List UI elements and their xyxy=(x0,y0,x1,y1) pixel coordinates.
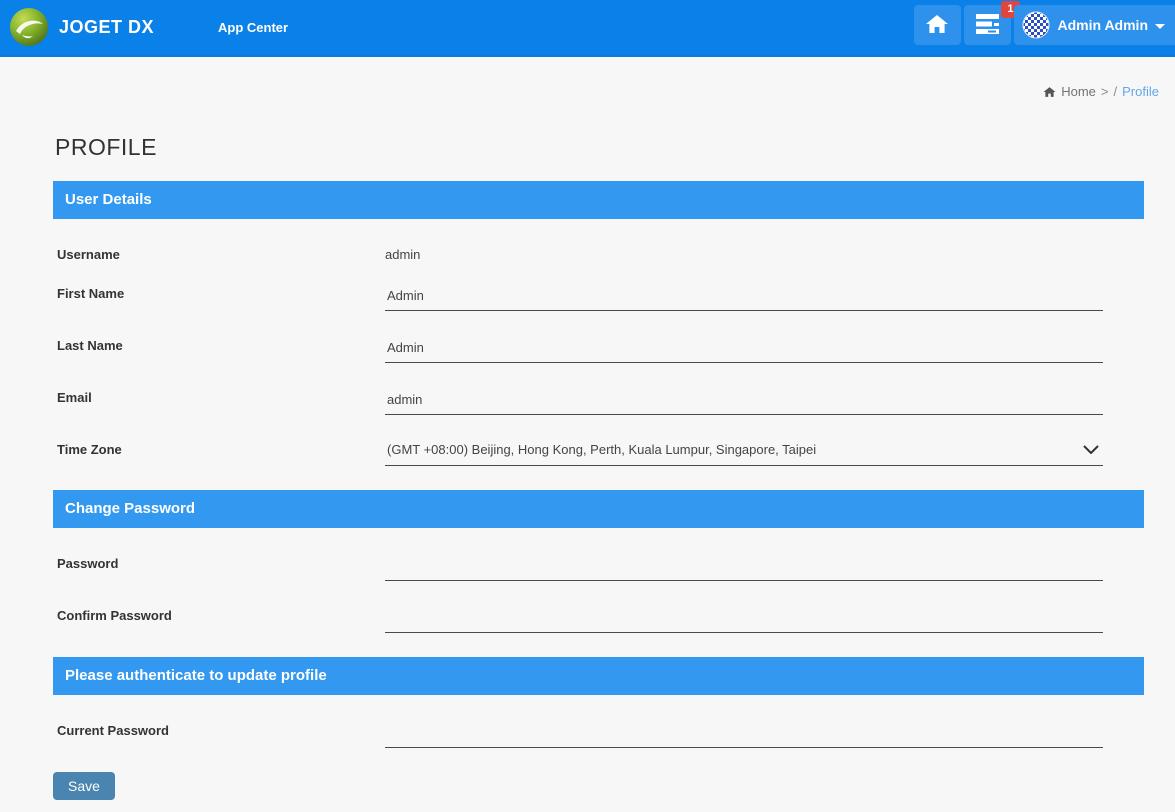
section-header-user-details: User Details xyxy=(53,181,1144,219)
joget-logo xyxy=(9,7,49,47)
chevron-down-icon xyxy=(1083,445,1099,454)
username-value: admin xyxy=(385,244,420,262)
user-name-label: Admin Admin xyxy=(1058,17,1148,33)
password-input[interactable] xyxy=(385,553,1103,581)
last-name-input[interactable] xyxy=(385,335,1103,363)
first-name-input[interactable] xyxy=(385,283,1103,311)
form-row-timezone: Time Zone (GMT +08:00) Beijing, Hong Kon… xyxy=(57,439,1144,466)
list-badge-icon xyxy=(975,13,1000,38)
home-button[interactable] xyxy=(914,5,961,45)
form-row-username: Username admin xyxy=(57,244,1144,264)
timezone-label: Time Zone xyxy=(57,439,385,466)
breadcrumb-home-link[interactable]: Home xyxy=(1061,84,1096,99)
section-authenticate: Please authenticate to update profile Cu… xyxy=(53,657,1144,748)
form-row-confirm-password: Confirm Password xyxy=(57,605,1144,633)
brand-title: JOGET DX xyxy=(59,17,154,38)
section-header-change-password: Change Password xyxy=(53,490,1144,528)
breadcrumb: Home > / Profile xyxy=(0,84,1175,99)
section-change-password: Change Password Password Confirm Passwor… xyxy=(53,490,1144,633)
confirm-password-input[interactable] xyxy=(385,605,1103,633)
top-navbar: JOGET DX App Center 1 xyxy=(0,0,1175,57)
form-row-first-name: First Name xyxy=(57,283,1144,311)
breadcrumb-separator: > xyxy=(1101,84,1109,99)
current-password-label: Current Password xyxy=(57,720,385,748)
home-icon xyxy=(1043,86,1056,98)
confirm-password-label: Confirm Password xyxy=(57,605,385,633)
timezone-select[interactable]: (GMT +08:00) Beijing, Hong Kong, Perth, … xyxy=(385,439,1103,466)
email-label: Email xyxy=(57,387,385,415)
page-title: PROFILE xyxy=(55,133,1175,161)
breadcrumb-separator: / xyxy=(1114,84,1118,99)
breadcrumb-current: Profile xyxy=(1122,84,1159,99)
navbar-actions: 1 Admin Admin xyxy=(914,5,1175,45)
save-button[interactable]: Save xyxy=(53,772,115,800)
caret-down-icon xyxy=(1155,24,1165,29)
form-row-last-name: Last Name xyxy=(57,335,1144,363)
form-row-email: Email xyxy=(57,387,1144,415)
password-label: Password xyxy=(57,553,385,581)
section-user-details: User Details Username admin First Name L… xyxy=(53,181,1144,466)
username-label: Username xyxy=(57,244,385,264)
timezone-selected-value: (GMT +08:00) Beijing, Hong Kong, Perth, … xyxy=(387,442,816,457)
section-header-authenticate: Please authenticate to update profile xyxy=(53,657,1144,695)
email-field[interactable] xyxy=(385,387,1103,415)
last-name-label: Last Name xyxy=(57,335,385,363)
current-password-input[interactable] xyxy=(385,720,1103,748)
avatar xyxy=(1022,11,1050,39)
form-row-password: Password xyxy=(57,553,1144,581)
notifications-button[interactable]: 1 xyxy=(964,5,1011,45)
nav-app-center-link[interactable]: App Center xyxy=(218,20,288,35)
user-menu-button[interactable]: Admin Admin xyxy=(1014,5,1175,45)
form-row-current-password: Current Password xyxy=(57,720,1144,748)
form-actions: Save xyxy=(53,772,1175,800)
first-name-label: First Name xyxy=(57,283,385,311)
home-icon xyxy=(925,13,949,38)
